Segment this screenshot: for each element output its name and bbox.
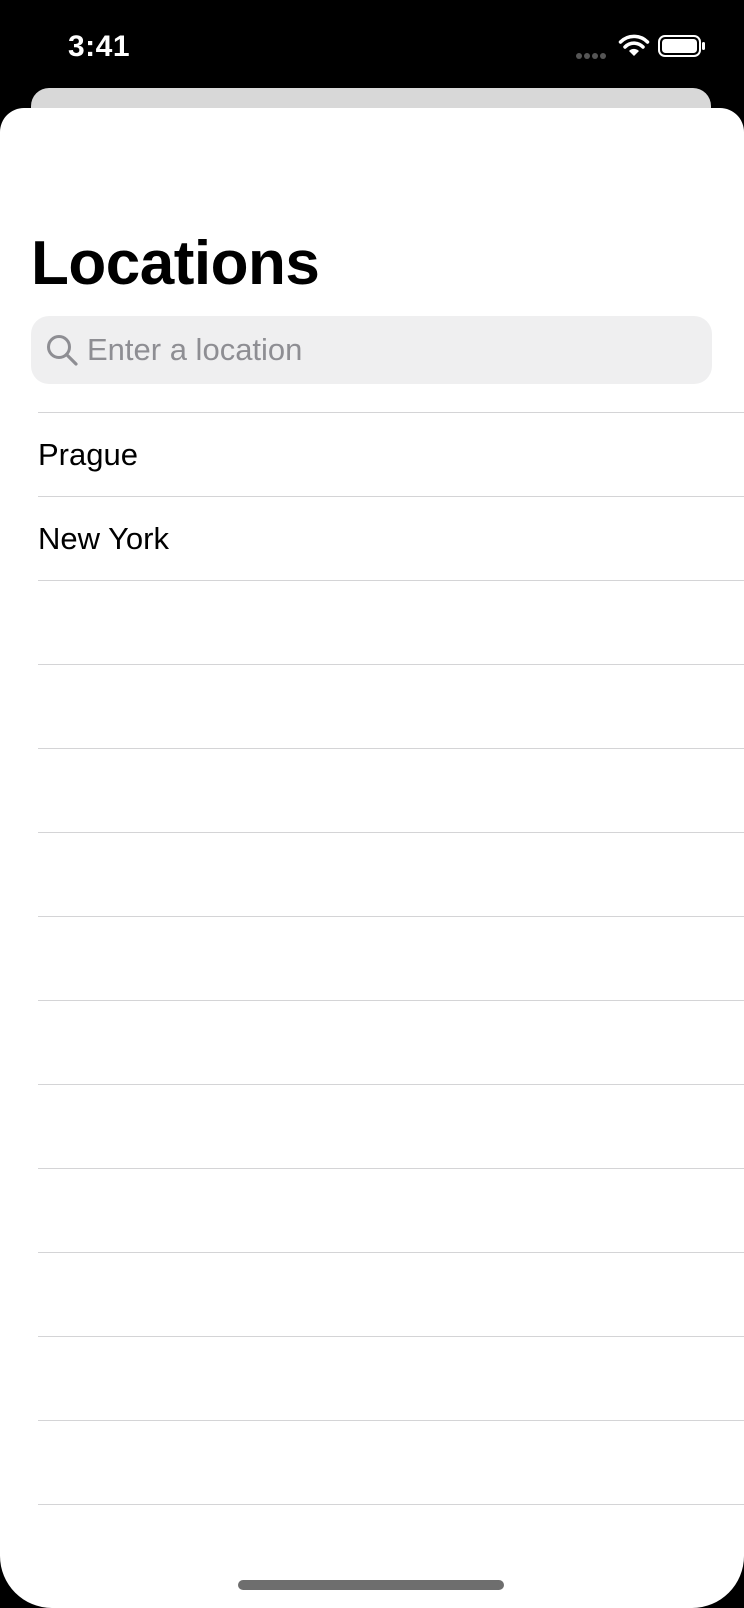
empty-list-row bbox=[38, 664, 744, 748]
home-indicator bbox=[238, 1580, 504, 1590]
list-item[interactable]: Prague bbox=[38, 412, 744, 496]
page-title: Locations bbox=[31, 229, 320, 298]
empty-list-row bbox=[38, 1252, 744, 1336]
status-time: 3:41 bbox=[68, 30, 131, 63]
locations-sheet: Locations Prague New York bbox=[0, 108, 744, 1608]
empty-list-row bbox=[38, 1000, 744, 1084]
empty-list-row bbox=[38, 1336, 744, 1420]
empty-list-row bbox=[38, 832, 744, 916]
signal-icon bbox=[576, 53, 606, 59]
empty-list-row bbox=[38, 748, 744, 832]
search-input[interactable] bbox=[87, 316, 697, 384]
status-bar: 3:41 bbox=[0, 0, 744, 90]
list-item-label: Prague bbox=[38, 437, 138, 472]
empty-list-row bbox=[38, 1420, 744, 1504]
wifi-icon bbox=[618, 34, 650, 56]
empty-list-row bbox=[38, 1084, 744, 1168]
search-icon bbox=[47, 335, 78, 366]
empty-list-row bbox=[38, 1168, 744, 1252]
empty-list-row bbox=[38, 916, 744, 1000]
list-item[interactable]: New York bbox=[38, 496, 744, 580]
search-bar[interactable] bbox=[31, 316, 712, 384]
list-item-label: New York bbox=[38, 521, 169, 556]
empty-list-row bbox=[38, 580, 744, 664]
locations-list: Prague New York bbox=[0, 412, 744, 1588]
app-screen: 3:41 Locations Prague New York bbox=[0, 0, 744, 1608]
empty-list-row bbox=[38, 1504, 744, 1588]
battery-icon bbox=[658, 35, 705, 57]
